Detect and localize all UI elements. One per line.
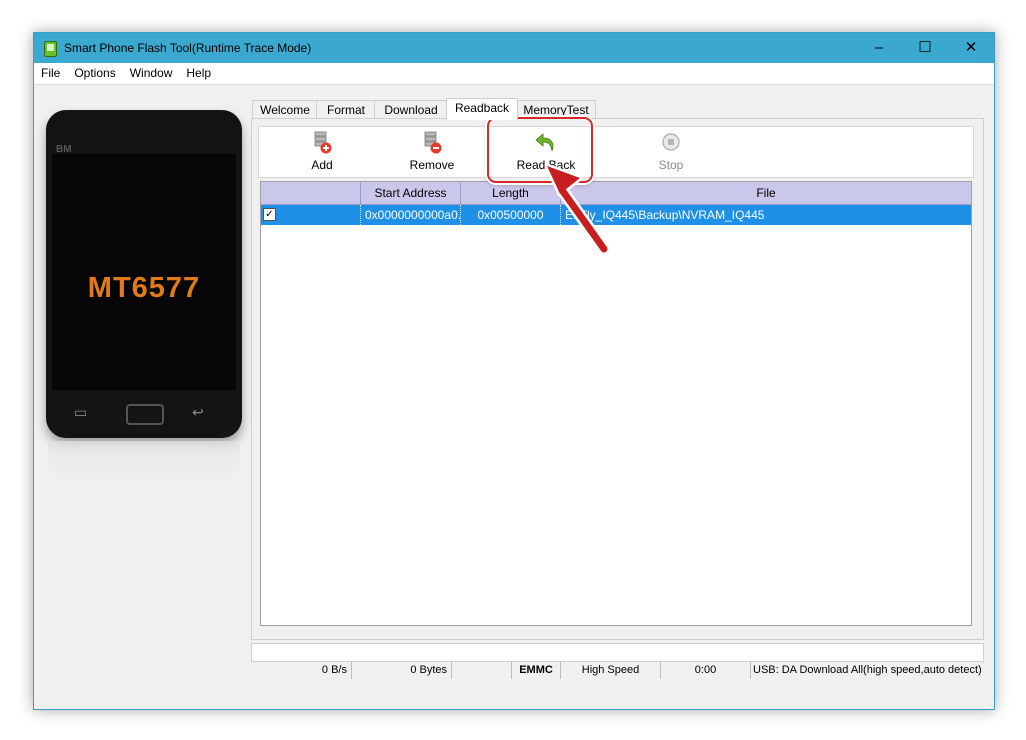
tab-readback[interactable]: Readback (446, 98, 518, 120)
